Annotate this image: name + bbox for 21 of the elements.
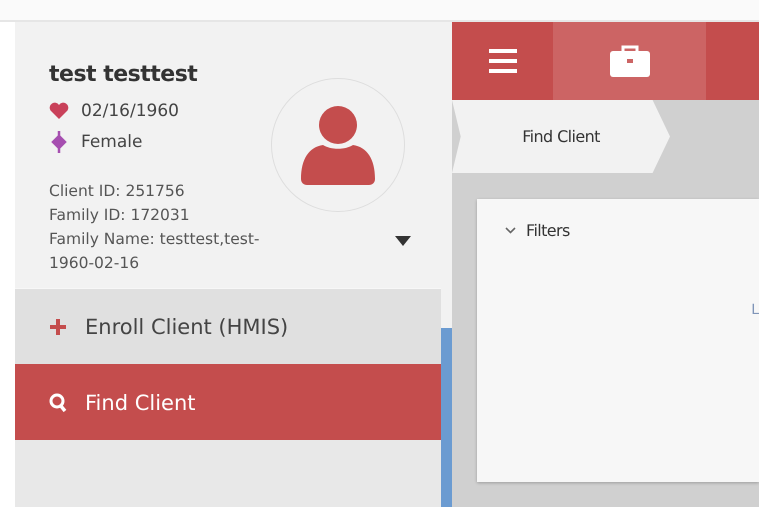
cut-text: L <box>751 302 759 318</box>
toolbar-tab[interactable] <box>553 22 706 100</box>
client-id: Client ID: 251756 <box>49 181 186 202</box>
breadcrumb[interactable]: Find Client <box>452 100 670 173</box>
briefcase-icon <box>610 45 650 77</box>
plus-icon <box>49 318 67 336</box>
client-name: test testtest <box>49 62 198 87</box>
heart-icon <box>49 102 69 120</box>
filters-toggle[interactable]: Filters <box>505 221 570 240</box>
person-icon <box>301 105 375 185</box>
sidebar-item[interactable]: Enroll Client (HMIS) <box>15 288 441 364</box>
dropdown-caret-icon[interactable] <box>395 236 411 246</box>
family-name: Family Name: testtest,test-1960-02-16 <box>49 229 260 274</box>
search-icon <box>49 392 67 412</box>
chevron-icon <box>505 227 516 234</box>
family-id: Family ID: 172031 <box>49 205 191 226</box>
gender-text: Female <box>81 132 142 152</box>
birth-date: 02/16/1960 <box>81 100 179 120</box>
sidebar-item[interactable]: Find Client <box>15 364 441 440</box>
menu-icon <box>488 49 516 73</box>
gender-icon <box>49 130 69 152</box>
